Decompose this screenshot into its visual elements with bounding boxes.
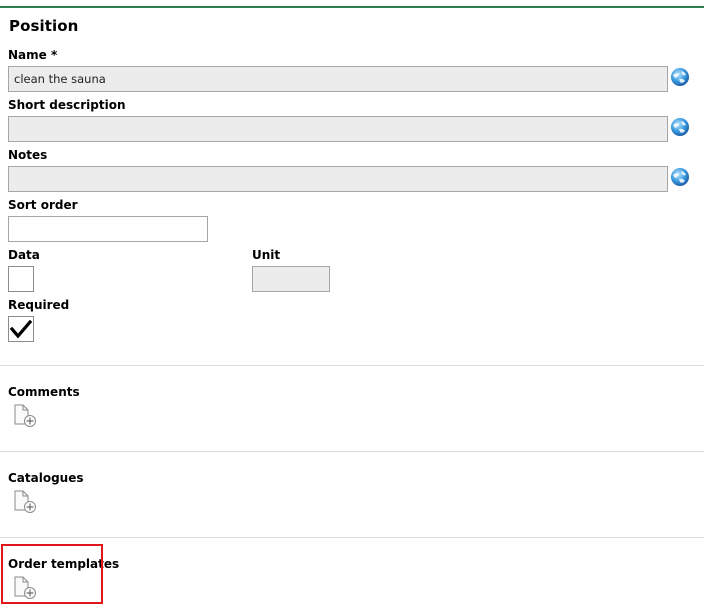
name-input[interactable] [8,66,668,92]
sort-order-input[interactable] [8,216,208,242]
comments-label: Comments [8,385,80,399]
divider [0,537,704,538]
notes-label: Notes [8,148,48,162]
add-comment-icon[interactable] [13,404,39,428]
short-description-label: Short description [8,98,126,112]
globe-icon[interactable] [670,67,690,87]
globe-icon[interactable] [670,167,690,187]
short-description-input[interactable] [8,116,668,142]
catalogues-label: Catalogues [8,471,84,485]
section-title: Position [9,17,79,35]
add-catalogue-icon[interactable] [13,490,39,514]
unit-input[interactable] [252,266,330,292]
unit-label: Unit [252,248,281,262]
required-label: Required [8,298,70,312]
checkmark-icon [9,319,33,339]
sort-order-label: Sort order [8,198,78,212]
data-label: Data [8,248,40,262]
divider [0,365,704,366]
name-label: Name * [8,48,58,62]
notes-input[interactable] [8,166,668,192]
required-checkbox[interactable] [8,316,34,342]
divider [0,451,704,452]
order-templates-highlight [1,544,103,604]
header-rule [0,6,704,8]
data-checkbox[interactable] [8,266,34,292]
globe-icon[interactable] [670,117,690,137]
